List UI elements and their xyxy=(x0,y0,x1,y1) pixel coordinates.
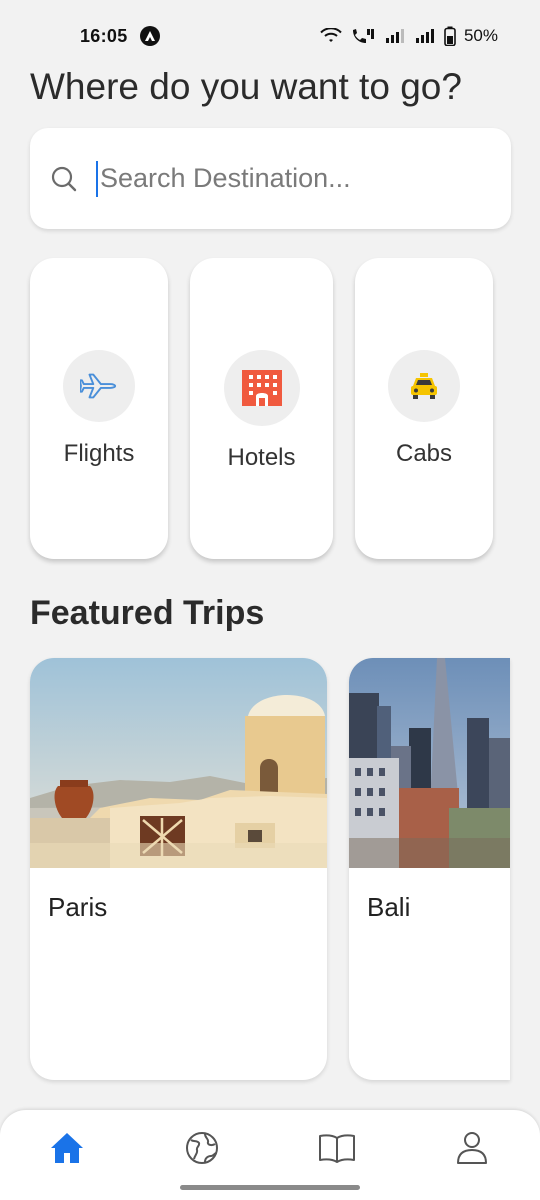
search-icon xyxy=(51,166,77,191)
wifi-call-icon xyxy=(352,29,374,43)
cabs-icon-circle xyxy=(388,350,460,422)
battery-percent: 50% xyxy=(463,26,498,45)
search-input[interactable] xyxy=(100,163,480,194)
status-time: 16:05 xyxy=(80,25,128,46)
trip-name: Bali xyxy=(367,892,411,922)
trip-name: Paris xyxy=(48,892,108,922)
home-indicator[interactable] xyxy=(180,1185,360,1190)
category-cabs-card[interactable]: Cabs xyxy=(355,258,493,559)
flights-icon-circle xyxy=(63,350,135,422)
globe-icon xyxy=(186,1132,218,1164)
section-title-featured: Featured Trips xyxy=(30,594,265,632)
text-cursor xyxy=(96,160,98,197)
book-icon xyxy=(319,1134,355,1163)
search-box[interactable] xyxy=(30,128,511,229)
page-title: Where do you want to go? xyxy=(30,66,462,107)
signal-icon xyxy=(415,29,434,43)
airplane-icon xyxy=(80,373,117,399)
status-left: 16:05 xyxy=(80,26,160,47)
taxi-icon xyxy=(411,373,437,399)
trip-card-bali[interactable]: Bali xyxy=(349,658,510,1080)
category-flights-card[interactable]: Flights xyxy=(30,258,168,559)
status-bar: 16:05 50% xyxy=(0,0,540,72)
trip-card-paris[interactable]: Paris xyxy=(30,658,327,1080)
trip-image xyxy=(30,658,327,868)
signal-icon xyxy=(385,29,404,43)
trip-image xyxy=(349,658,510,868)
nav-explore[interactable] xyxy=(172,1120,232,1176)
home-icon xyxy=(51,1133,83,1163)
nav-guides[interactable] xyxy=(307,1120,367,1176)
category-hotels-card[interactable]: Hotels xyxy=(190,258,333,559)
status-right: 50% xyxy=(320,26,498,46)
wifi-icon xyxy=(320,28,342,42)
nav-profile[interactable] xyxy=(442,1120,502,1176)
nav-home[interactable] xyxy=(37,1120,97,1176)
category-label: Hotels xyxy=(227,444,296,471)
person-icon xyxy=(457,1132,487,1164)
app-badge-icon xyxy=(139,26,160,46)
hotels-icon-circle xyxy=(223,350,300,426)
category-label: Flights xyxy=(63,440,135,467)
hotel-icon xyxy=(241,370,282,406)
battery-icon xyxy=(444,26,456,46)
category-label: Cabs xyxy=(395,440,453,467)
